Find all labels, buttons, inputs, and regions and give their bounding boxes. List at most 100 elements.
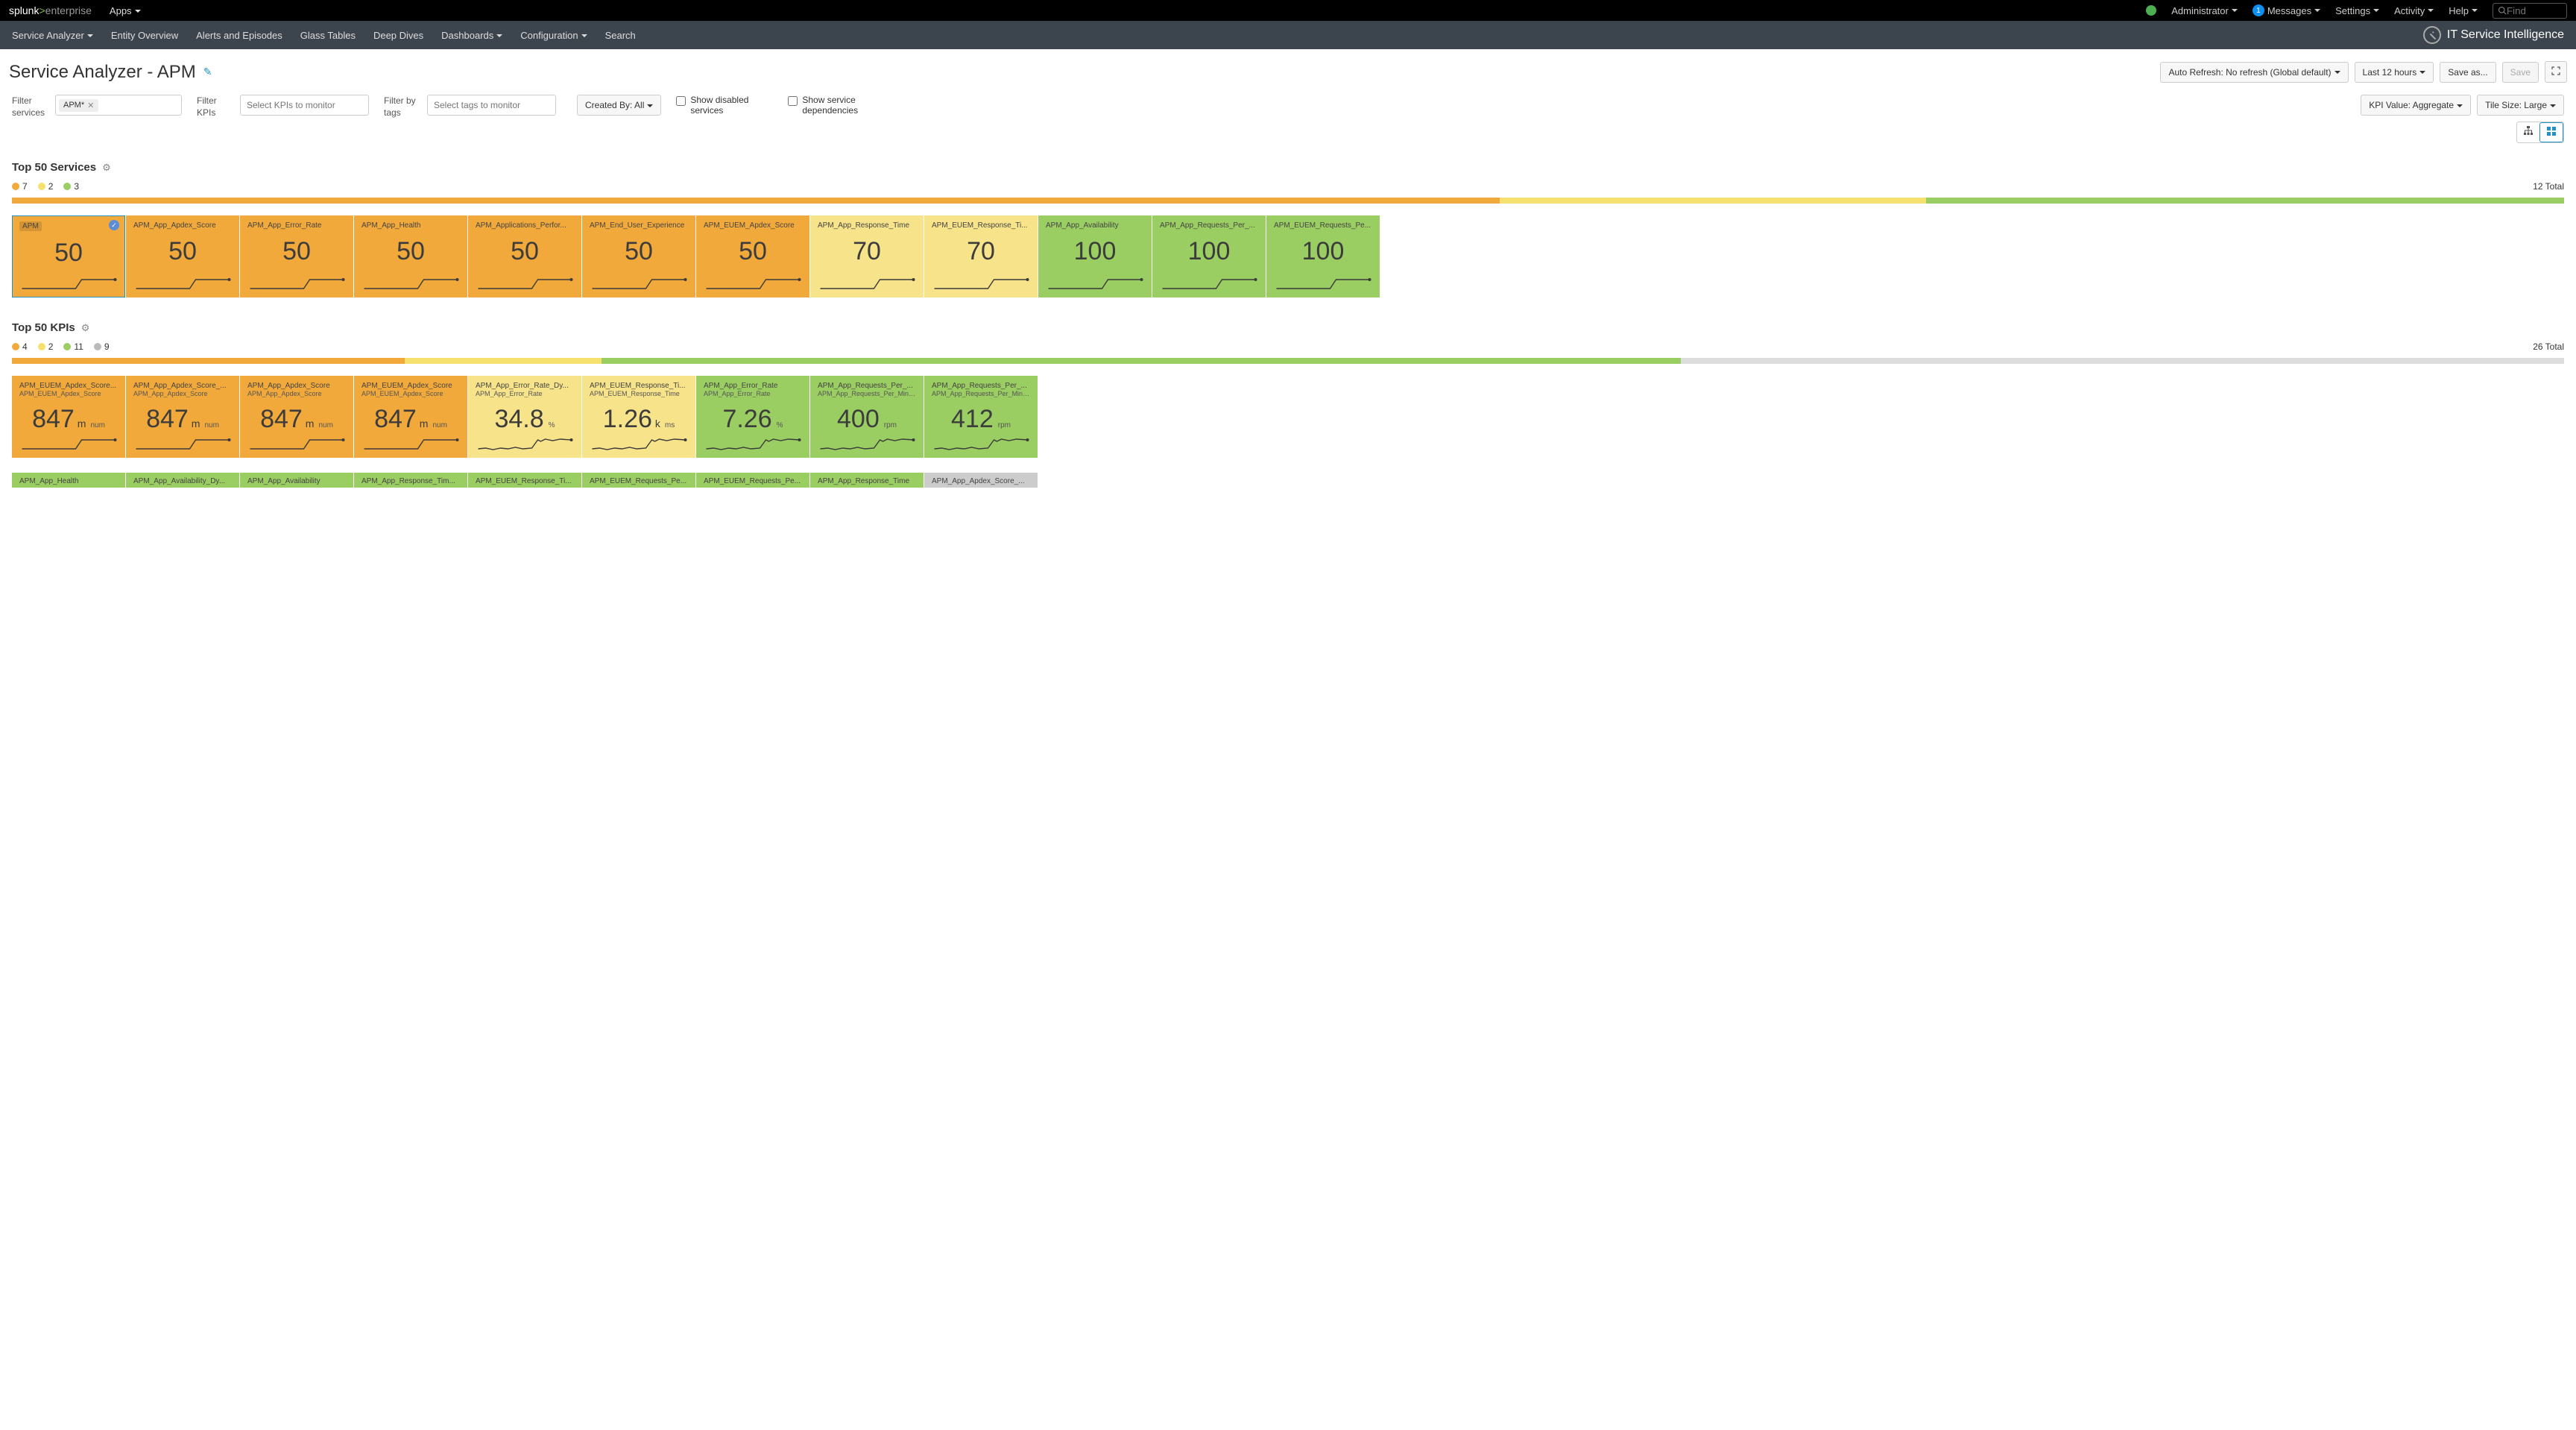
kpi-tile[interactable]: APM_EUEM_Response_Ti...APM_EUEM_Response…: [582, 376, 695, 458]
nav-dashboards[interactable]: Dashboards: [441, 30, 502, 41]
filter-kpis-label: Filter KPIs: [197, 95, 234, 119]
legend-green-dot: [63, 183, 71, 190]
kpi-tile[interactable]: APM_EUEM_Requests_Pe...: [696, 473, 809, 488]
filter-tags-input[interactable]: [427, 95, 556, 116]
tree-view-button[interactable]: [2517, 122, 2539, 142]
kpi-tile[interactable]: APM_App_Availability_Dy...: [126, 473, 239, 488]
service-tile[interactable]: APM_App_Apdex_Score50: [126, 215, 239, 297]
service-tile[interactable]: APM_App_Availability100: [1038, 215, 1152, 297]
tree-icon: [2523, 125, 2534, 136]
kpis-section-head: Top 50 KPIs ⚙: [0, 312, 2576, 337]
created-by-filter[interactable]: Created By: All: [577, 95, 661, 116]
kpi-tile[interactable]: APM_App_Error_Rate_Dy...APM_App_Error_Ra…: [468, 376, 581, 458]
legend-grey-dot: [94, 343, 101, 350]
fullscreen-button[interactable]: [2545, 61, 2567, 83]
kpi-tile[interactable]: APM_App_Health: [12, 473, 125, 488]
nav-configuration[interactable]: Configuration: [520, 30, 587, 41]
kpi-tile[interactable]: APM_App_Apdex_ScoreAPM_App_Apdex_Score84…: [240, 376, 353, 458]
show-disabled-checkbox[interactable]: Show disabled services: [676, 95, 773, 116]
services-total: 12 Total: [2533, 181, 2564, 192]
legend-green-dot: [63, 343, 71, 350]
find-input[interactable]: [2507, 5, 2559, 16]
save-button[interactable]: Save: [2502, 62, 2539, 83]
kpis-legend: 4 2 11 9 26 Total: [0, 337, 2576, 355]
filter-services-chip[interactable]: APM*✕: [59, 99, 98, 112]
services-legend: 7 2 3 12 Total: [0, 177, 2576, 195]
system-health-icon[interactable]: [2146, 5, 2156, 16]
service-tile[interactable]: APM✓50: [12, 215, 125, 297]
kpi-tile[interactable]: APM_EUEM_Apdex_ScoreAPM_EUEM_Apdex_Score…: [354, 376, 467, 458]
grid-icon: [2546, 126, 2557, 136]
service-tile[interactable]: APM_EUEM_Response_Ti...70: [924, 215, 1038, 297]
kpi-tile[interactable]: APM_App_Response_Time: [810, 473, 924, 488]
legend-yellow-dot: [38, 343, 45, 350]
time-range-button[interactable]: Last 12 hours: [2355, 62, 2434, 83]
kpi-value-button[interactable]: KPI Value: Aggregate: [2361, 95, 2471, 116]
search-icon: [2498, 6, 2507, 15]
help-menu[interactable]: Help: [2449, 5, 2478, 16]
view-toggle: [2516, 122, 2564, 143]
nav-service-analyzer[interactable]: Service Analyzer: [12, 30, 93, 41]
tile-size-button[interactable]: Tile Size: Large: [2477, 95, 2564, 116]
auto-refresh-button[interactable]: Auto Refresh: No refresh (Global default…: [2160, 62, 2348, 83]
service-tile[interactable]: APM_Applications_Perfor...50: [468, 215, 581, 297]
fullscreen-icon: [2551, 66, 2560, 75]
nav-deep-dives[interactable]: Deep Dives: [373, 30, 423, 41]
filter-row: Filter services APM*✕ Filter KPIs Filter…: [0, 89, 2576, 152]
nav-entity-overview[interactable]: Entity Overview: [111, 30, 178, 41]
services-stacked-bar: [12, 198, 2564, 204]
services-gear-icon[interactable]: ⚙: [102, 162, 111, 174]
filter-services-input[interactable]: APM*✕: [55, 95, 182, 116]
legend-yellow-dot: [38, 183, 45, 190]
services-section-head: Top 50 Services ⚙: [0, 152, 2576, 177]
nav-alerts-episodes[interactable]: Alerts and Episodes: [196, 30, 282, 41]
kpi-tile[interactable]: APM_App_Requests_Per_...APM_App_Requests…: [810, 376, 924, 458]
legend-orange-dot: [12, 343, 19, 350]
chip-remove-icon[interactable]: ✕: [87, 101, 94, 110]
messages-menu[interactable]: 1 Messages: [2253, 4, 2320, 16]
user-menu[interactable]: Administrator: [2171, 5, 2238, 16]
filter-kpis-input[interactable]: [240, 95, 369, 116]
save-as-button[interactable]: Save as...: [2440, 62, 2496, 83]
services-section-title: Top 50 Services: [12, 161, 96, 174]
apps-menu[interactable]: Apps: [110, 5, 141, 16]
kpis-stacked-bar: [12, 358, 2564, 364]
service-tile[interactable]: APM_EUEM_Apdex_Score50: [696, 215, 809, 297]
nav-glass-tables[interactable]: Glass Tables: [300, 30, 356, 41]
service-tile[interactable]: APM_App_Requests_Per_...100: [1152, 215, 1266, 297]
nav-search[interactable]: Search: [605, 30, 636, 41]
service-tile[interactable]: APM_App_Error_Rate50: [240, 215, 353, 297]
kpi-tile[interactable]: APM_App_Apdex_Score_...: [924, 473, 1038, 488]
find-box[interactable]: [2493, 3, 2567, 19]
kpi-tile[interactable]: APM_App_Apdex_Score_...APM_App_Apdex_Sco…: [126, 376, 239, 458]
nav-app-brand: IT Service Intelligence: [2423, 26, 2564, 44]
service-tile[interactable]: APM_App_Response_Time70: [810, 215, 924, 297]
kpis-tiles-row1: APM_EUEM_Apdex_Score...APM_EUEM_Apdex_Sc…: [0, 376, 2576, 473]
services-tiles: APM✓50APM_App_Apdex_Score50APM_App_Error…: [0, 215, 2576, 312]
service-tile[interactable]: APM_EUEM_Requests_Pe...100: [1266, 215, 1380, 297]
kpi-tile[interactable]: APM_EUEM_Apdex_Score...APM_EUEM_Apdex_Sc…: [12, 376, 125, 458]
show-dependencies-checkbox[interactable]: Show service dependencies: [788, 95, 885, 116]
page-header: Service Analyzer - APM ✎ Auto Refresh: N…: [0, 49, 2576, 89]
brand: splunk>enterprise: [9, 4, 92, 16]
kpi-tile[interactable]: APM_App_Availability: [240, 473, 353, 488]
kpis-tiles-row2: APM_App_HealthAPM_App_Availability_Dy...…: [0, 473, 2576, 503]
kpi-tile[interactable]: APM_EUEM_Response_Ti...: [468, 473, 581, 488]
tile-view-button[interactable]: [2539, 122, 2563, 142]
service-tile[interactable]: APM_End_User_Experience50: [582, 215, 695, 297]
kpis-total: 26 Total: [2533, 341, 2564, 352]
kpi-tile[interactable]: APM_App_Response_Tim...: [354, 473, 467, 488]
edit-title-icon[interactable]: ✎: [203, 66, 212, 78]
kpi-tile[interactable]: APM_EUEM_Requests_Pe...: [582, 473, 695, 488]
kpis-gear-icon[interactable]: ⚙: [81, 322, 90, 334]
selected-check-icon: ✓: [109, 220, 119, 230]
filter-tags-label: Filter by tags: [384, 95, 421, 119]
activity-menu[interactable]: Activity: [2394, 5, 2434, 16]
legend-orange-dot: [12, 183, 19, 190]
kpi-tile[interactable]: APM_App_Requests_Per_...APM_App_Requests…: [924, 376, 1038, 458]
kpi-tile[interactable]: APM_App_Error_RateAPM_App_Error_Rate7.26…: [696, 376, 809, 458]
settings-menu[interactable]: Settings: [2335, 5, 2379, 16]
navbar: Service Analyzer Entity Overview Alerts …: [0, 21, 2576, 49]
service-tile[interactable]: APM_App_Health50: [354, 215, 467, 297]
messages-badge: 1: [2253, 4, 2264, 16]
